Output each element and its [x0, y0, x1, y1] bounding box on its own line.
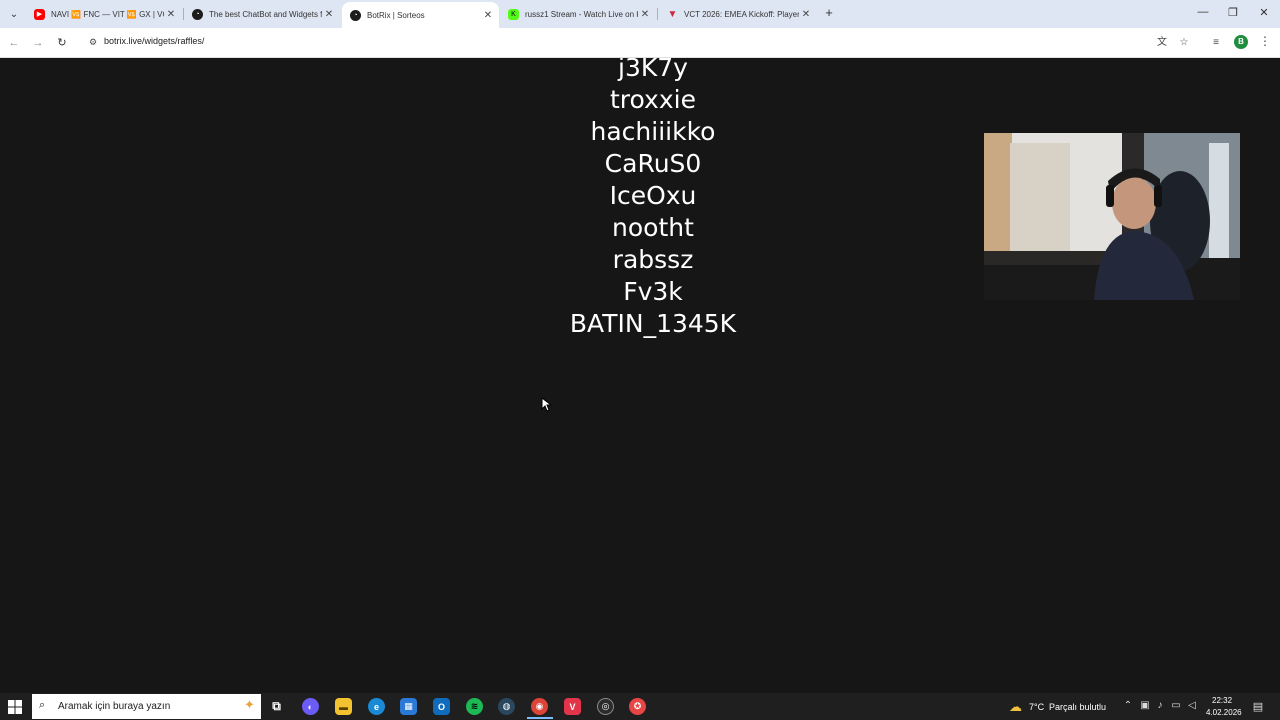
weather-temperature[interactable]: 7°C — [1029, 702, 1044, 712]
list-item: nootht — [612, 213, 694, 242]
spotify-icon[interactable]: ≋ — [466, 698, 483, 715]
vlr-icon: ▼ — [667, 8, 678, 20]
valorant-icon[interactable]: V — [564, 698, 581, 715]
reload-button[interactable]: ↻ — [53, 34, 71, 52]
forward-button[interactable]: → — [29, 34, 47, 52]
tray-app-icon[interactable]: ▣ — [1139, 700, 1151, 711]
mouse-pointer-icon — [541, 397, 551, 412]
window-close-button[interactable]: ✕ — [1254, 6, 1274, 19]
search-placeholder[interactable]: Aramak için buraya yazın — [58, 701, 170, 712]
clock-date[interactable]: 4.02.2026 — [1206, 708, 1242, 717]
tab-search-button[interactable]: ⌄ — [5, 5, 23, 23]
reading-list-icon[interactable]: ≡ — [1208, 35, 1224, 51]
clock-time[interactable]: 22:32 — [1212, 696, 1232, 705]
edge-icon[interactable]: e — [368, 698, 385, 715]
outlook-icon[interactable]: O — [433, 698, 450, 715]
windows-start-icon[interactable] — [6, 698, 24, 716]
botrix-icon: ◔ — [192, 8, 203, 20]
bookmark-star-icon[interactable]: ☆ — [1176, 35, 1192, 51]
weather-description[interactable]: Parçalı bulutlu — [1049, 702, 1106, 712]
close-icon[interactable]: ✕ — [481, 10, 495, 21]
tab-botrix-home[interactable]: ◔ The best ChatBot and Widgets f ✕ — [184, 2, 340, 26]
tab-kick[interactable]: K russz1 Stream - Watch Live on K ✕ — [500, 2, 656, 26]
minimize-button[interactable]: — — [1193, 6, 1213, 18]
list-item: rabssz — [612, 245, 694, 274]
profile-avatar[interactable]: B — [1234, 35, 1248, 49]
tab-title: russz1 Stream - Watch Live on K — [525, 9, 638, 19]
webcam-feed-image — [984, 133, 1240, 300]
raffle-participant-list: j3K7y troxxie hachiiikko CaRuS0 IceOxu n… — [453, 58, 853, 340]
network-icon[interactable]: ▭ — [1170, 700, 1182, 711]
kick-icon: K — [508, 8, 519, 20]
list-item: hachiiikko — [590, 117, 716, 146]
botrix-icon: ◔ — [350, 9, 361, 21]
youtube-icon: ▶ — [34, 8, 45, 20]
search-highlight-icon: ✦ — [244, 697, 255, 712]
active-app-indicator — [527, 717, 553, 719]
list-item: j3K7y — [618, 58, 688, 82]
notification-icon[interactable]: ▤ — [1252, 700, 1264, 713]
close-icon[interactable]: ✕ — [322, 9, 336, 20]
restore-button[interactable]: ❐ — [1223, 6, 1243, 19]
more-menu-icon[interactable]: ⋮ — [1258, 34, 1272, 52]
tab-title: BotRix | Sorteos — [367, 10, 425, 20]
search-icon: ⌕ — [39, 699, 46, 711]
copilot-icon[interactable]: ◐ — [302, 698, 319, 715]
tab-title: VCT 2026: EMEA Kickoff: Player — [684, 9, 799, 19]
back-button[interactable]: ← — [5, 34, 23, 52]
windows-taskbar: ⌕ Aramak için buraya yazın ✦ ⧉ ◐ ▬ e ▦ O… — [0, 693, 1280, 720]
browser-toolbar: ← → ↻ ⚙ botrix.live/widgets/raffles/ 文 ☆… — [0, 28, 1280, 58]
list-item: IceOxu — [609, 181, 697, 210]
list-item: troxxie — [610, 85, 696, 114]
microphone-icon[interactable]: ♪ — [1154, 700, 1166, 711]
translate-icon[interactable]: 文 — [1154, 35, 1170, 51]
tab-vlr[interactable]: ▼ VCT 2026: EMEA Kickoff: Player ✕ — [659, 2, 817, 26]
site-info-icon[interactable]: ⚙ — [86, 35, 100, 49]
close-icon[interactable]: ✕ — [799, 9, 813, 20]
chevron-down-icon: ⌄ — [9, 8, 19, 20]
tab-title: The best ChatBot and Widgets f — [209, 9, 322, 19]
microsoft-store-icon[interactable]: ▦ — [400, 698, 417, 715]
list-item: Fv3k — [623, 277, 683, 306]
list-item: BATIN_1345K — [569, 309, 737, 338]
webcam-overlay — [984, 133, 1240, 300]
chrome-icon[interactable]: ◉ — [531, 698, 548, 715]
obs-icon[interactable]: ◎ — [597, 698, 614, 715]
tab-divider — [657, 8, 658, 20]
close-icon[interactable]: ✕ — [638, 9, 652, 20]
file-explorer-icon[interactable]: ▬ — [335, 698, 352, 715]
tab-youtube[interactable]: ▶ NAVI 🆚 FNC — VIT 🆚 GX | VC ✕ — [26, 2, 182, 26]
task-view-icon[interactable]: ⧉ — [268, 698, 285, 715]
browser-tab-strip: ⌄ ▶ NAVI 🆚 FNC — VIT 🆚 GX | VC ✕ ◔ The b… — [0, 0, 1280, 28]
address-url[interactable]: botrix.live/widgets/raffles/ — [104, 36, 204, 46]
list-item: CaRuS0 — [604, 149, 702, 178]
new-tab-button[interactable]: + — [822, 5, 836, 21]
chevron-up-icon[interactable]: ⌃ — [1122, 700, 1134, 711]
close-icon[interactable]: ✕ — [164, 9, 178, 20]
volume-icon[interactable]: ◁ — [1186, 700, 1198, 711]
weather-icon[interactable]: ☁ — [1007, 698, 1024, 715]
taskbar-search-box[interactable]: ⌕ Aramak için buraya yazın ✦ — [32, 694, 261, 719]
steam-icon[interactable]: ◍ — [498, 698, 515, 715]
tab-botrix-raffles[interactable]: ◔ BotRix | Sorteos ✕ — [342, 2, 499, 28]
riot-client-icon[interactable]: ✪ — [629, 698, 646, 715]
raffle-widget-page: ... j3K7y troxxie hachiiikko CaRuS0 IceO… — [0, 58, 1280, 693]
address-bar[interactable]: ⚙ botrix.live/widgets/raffles/ 文 ☆ — [80, 32, 1200, 54]
tab-title: NAVI 🆚 FNC — VIT 🆚 GX | VC — [51, 9, 164, 19]
